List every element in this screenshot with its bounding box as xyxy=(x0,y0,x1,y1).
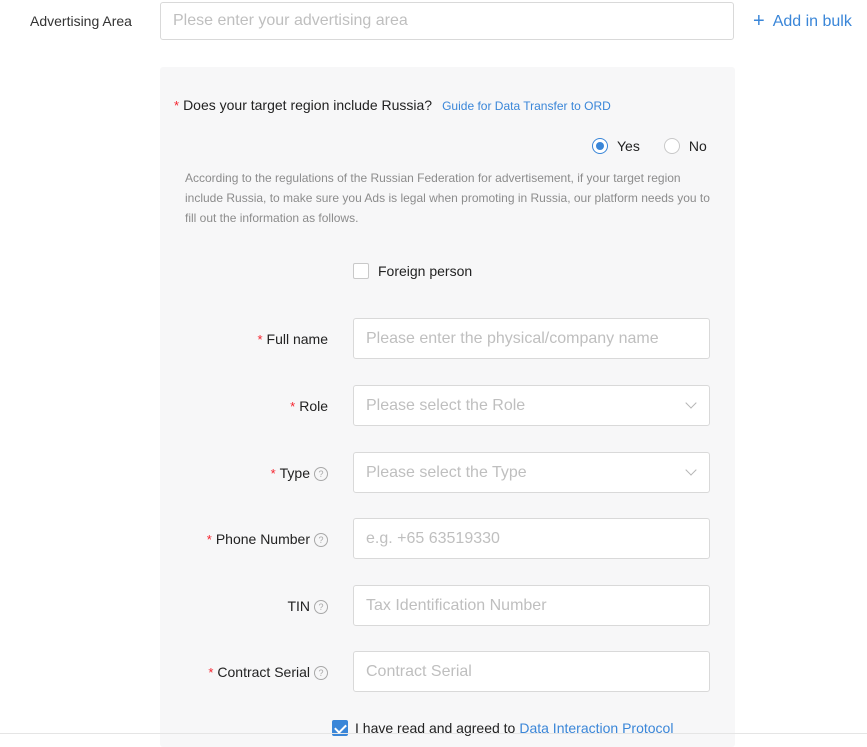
required-marker: * xyxy=(206,532,212,547)
russia-notice-text: According to the regulations of the Russ… xyxy=(185,171,710,225)
foreign-person-checkbox[interactable] xyxy=(353,263,369,279)
chevron-down-icon xyxy=(685,464,697,476)
foreign-person-label[interactable]: Foreign person xyxy=(378,263,472,279)
phone-number-label: * Phone Number? xyxy=(158,530,328,549)
type-select-placeholder: Please select the Type xyxy=(366,464,527,481)
advertising-area-input[interactable]: Plese enter your advertising area xyxy=(160,2,734,40)
chevron-down-icon xyxy=(685,397,697,409)
radio-yes-label[interactable]: Yes xyxy=(617,138,640,154)
full-name-label-text: Full name xyxy=(266,331,328,347)
phone-number-label-text: Phone Number xyxy=(215,531,310,547)
help-circle-icon[interactable]: ? xyxy=(314,467,328,481)
role-select-placeholder: Please select the Role xyxy=(366,397,526,414)
help-circle-icon[interactable]: ? xyxy=(314,666,328,680)
guide-data-transfer-link[interactable]: Guide for Data Transfer to ORD xyxy=(442,99,611,113)
contract-serial-label: * Contract Serial? xyxy=(158,663,328,682)
full-name-label: * Full name xyxy=(158,330,328,349)
radio-no[interactable] xyxy=(663,138,680,154)
type-label-text: Type xyxy=(279,465,310,481)
add-in-bulk-label: Add in bulk xyxy=(772,13,852,30)
required-marker: * xyxy=(270,466,276,481)
advertising-area-label: Advertising Area xyxy=(30,13,132,29)
plus-icon: + xyxy=(753,10,765,32)
help-circle-icon[interactable]: ? xyxy=(314,600,328,614)
phone-number-input[interactable]: e.g. +65 63519330 xyxy=(353,518,710,559)
required-marker: * xyxy=(257,332,263,347)
contract-serial-input[interactable]: Contract Serial xyxy=(353,651,710,692)
type-select[interactable]: Please select the Type xyxy=(353,452,710,493)
add-in-bulk-button[interactable]: + Add in bulk xyxy=(753,10,852,32)
radio-yes[interactable] xyxy=(592,138,608,154)
role-label-text: Role xyxy=(299,398,328,414)
russia-question-text: Does your target region include Russia? xyxy=(183,97,433,113)
foreign-person-option[interactable]: Foreign person xyxy=(353,263,472,279)
radio-no-label[interactable]: No xyxy=(689,138,707,154)
role-label: * Role xyxy=(158,397,328,416)
tin-label: TIN? xyxy=(158,597,328,615)
contract-serial-label-text: Contract Serial xyxy=(217,664,310,680)
tin-input[interactable]: Tax Identification Number xyxy=(353,585,710,626)
russia-question: * Does your target region include Russia?… xyxy=(174,96,611,115)
required-marker: * xyxy=(290,399,296,414)
required-marker: * xyxy=(208,665,214,680)
role-select[interactable]: Please select the Role xyxy=(353,385,710,426)
russia-radio-group: Yes No xyxy=(592,138,707,154)
required-marker: * xyxy=(174,98,180,113)
tin-label-text: TIN xyxy=(287,598,310,614)
full-name-input[interactable]: Please enter the physical/company name xyxy=(353,318,710,359)
help-circle-icon[interactable]: ? xyxy=(314,533,328,547)
type-label: * Type? xyxy=(158,464,328,483)
